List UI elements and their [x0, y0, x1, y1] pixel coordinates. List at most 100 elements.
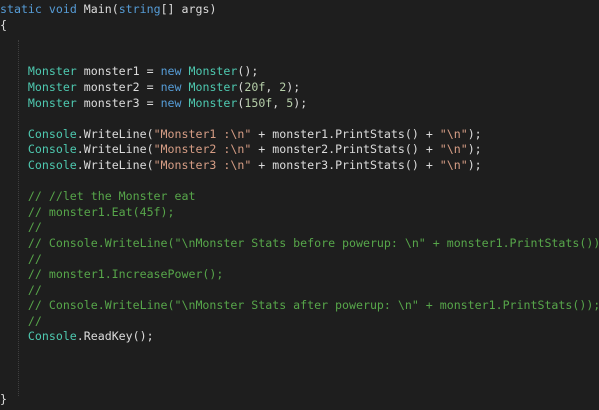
- code-token: 150f: [244, 95, 273, 110]
- code-token: 20f: [244, 79, 266, 94]
- code-token: );: [293, 95, 308, 110]
- code-line[interactable]: [0, 174, 599, 190]
- code-token: Monster: [188, 64, 238, 79]
- code-line[interactable]: Monster monster3 = new Monster(150f, 5);: [0, 96, 599, 112]
- code-line[interactable]: [0, 345, 599, 361]
- code-line[interactable]: Console.WriteLine("Monster3 :\n" + monst…: [0, 158, 599, 174]
- code-line[interactable]: [0, 49, 599, 65]
- code-token: Main(: [76, 2, 119, 16]
- code-token: + monster2.PrintStats() +: [251, 142, 440, 157]
- code-token: + monster1.PrintStats() +: [251, 126, 440, 141]
- code-token: static: [0, 2, 42, 16]
- code-line[interactable]: // Console.WriteLine("\nMonster Stats af…: [0, 298, 599, 314]
- code-token: }: [0, 391, 7, 406]
- code-line[interactable]: [0, 361, 599, 377]
- code-token: // Console.WriteLine("\nMonster Stats be…: [27, 235, 599, 250]
- code-line[interactable]: // monster1.IncreasePower();: [0, 267, 599, 283]
- code-text[interactable]: static void Main(string[] args){ Monster…: [0, 2, 599, 407]
- code-token: .WriteLine(: [76, 126, 154, 141]
- code-token: // //let the Monster eat: [27, 189, 196, 204]
- code-token: {: [0, 17, 7, 32]
- code-token: // Console.WriteLine("\nMonster Stats af…: [27, 298, 599, 313]
- code-line[interactable]: // monster1.Eat(45f);: [0, 205, 599, 221]
- code-token: );: [467, 126, 482, 141]
- code-token: .ReadKey();: [76, 329, 154, 344]
- code-token: .WriteLine(: [76, 157, 154, 172]
- code-line[interactable]: static void Main(string[] args): [0, 2, 599, 18]
- code-token: );: [286, 79, 301, 94]
- code-line[interactable]: [0, 376, 599, 392]
- code-token: ,: [265, 79, 280, 94]
- code-line[interactable]: {: [0, 18, 599, 34]
- code-token: string: [118, 2, 161, 16]
- code-line[interactable]: [0, 111, 599, 127]
- code-line[interactable]: // //let the Monster eat: [0, 189, 599, 205]
- code-line[interactable]: }: [0, 392, 599, 408]
- code-token: // monster1.IncreasePower();: [27, 267, 224, 282]
- code-token: "\n": [439, 126, 468, 141]
- code-token: Console: [27, 329, 77, 344]
- code-token: //: [27, 220, 42, 235]
- code-token: void: [48, 2, 77, 16]
- code-line[interactable]: //: [0, 283, 599, 299]
- code-token: monster1 =: [76, 64, 161, 79]
- code-token: + monster3.PrintStats() +: [251, 157, 440, 172]
- code-line[interactable]: Monster monster2 = new Monster(20f, 2);: [0, 80, 599, 96]
- code-token: );: [467, 142, 482, 157]
- code-token: );: [467, 157, 482, 172]
- code-token: new: [160, 95, 182, 110]
- code-line[interactable]: Console.ReadKey();: [0, 329, 599, 345]
- code-token: //: [27, 313, 42, 328]
- code-line[interactable]: //: [0, 314, 599, 330]
- code-token: monster2 =: [76, 79, 161, 94]
- code-line[interactable]: //: [0, 252, 599, 268]
- code-token: //: [27, 251, 42, 266]
- code-token: .WriteLine(: [76, 142, 154, 157]
- code-token: ();: [237, 64, 259, 79]
- code-line[interactable]: [0, 33, 599, 49]
- code-editor[interactable]: static void Main(string[] args){ Monster…: [0, 0, 599, 410]
- code-token: new: [160, 64, 182, 79]
- code-token: ,: [272, 95, 287, 110]
- code-token: Monster: [188, 79, 238, 94]
- code-token: Console: [27, 157, 77, 172]
- code-token: monster3 =: [76, 95, 161, 110]
- code-token: Console: [27, 126, 77, 141]
- code-token: Monster: [27, 64, 77, 79]
- code-token: "Monster1 :\n": [153, 126, 252, 141]
- code-token: Console: [27, 142, 77, 157]
- code-token: Monster: [27, 95, 77, 110]
- code-line[interactable]: // Console.WriteLine("\nMonster Stats be…: [0, 236, 599, 252]
- code-token: "Monster3 :\n": [153, 157, 252, 172]
- code-line[interactable]: Console.WriteLine("Monster1 :\n" + monst…: [0, 127, 599, 143]
- code-line[interactable]: //: [0, 220, 599, 236]
- code-token: Monster: [27, 79, 77, 94]
- code-line[interactable]: Monster monster1 = new Monster();: [0, 64, 599, 80]
- code-token: //: [27, 282, 42, 297]
- code-token: "\n": [439, 157, 468, 172]
- code-token: "Monster2 :\n": [153, 142, 252, 157]
- code-token: Monster: [188, 95, 238, 110]
- code-token: // monster1.Eat(45f);: [27, 204, 175, 219]
- code-line[interactable]: Console.WriteLine("Monster2 :\n" + monst…: [0, 142, 599, 158]
